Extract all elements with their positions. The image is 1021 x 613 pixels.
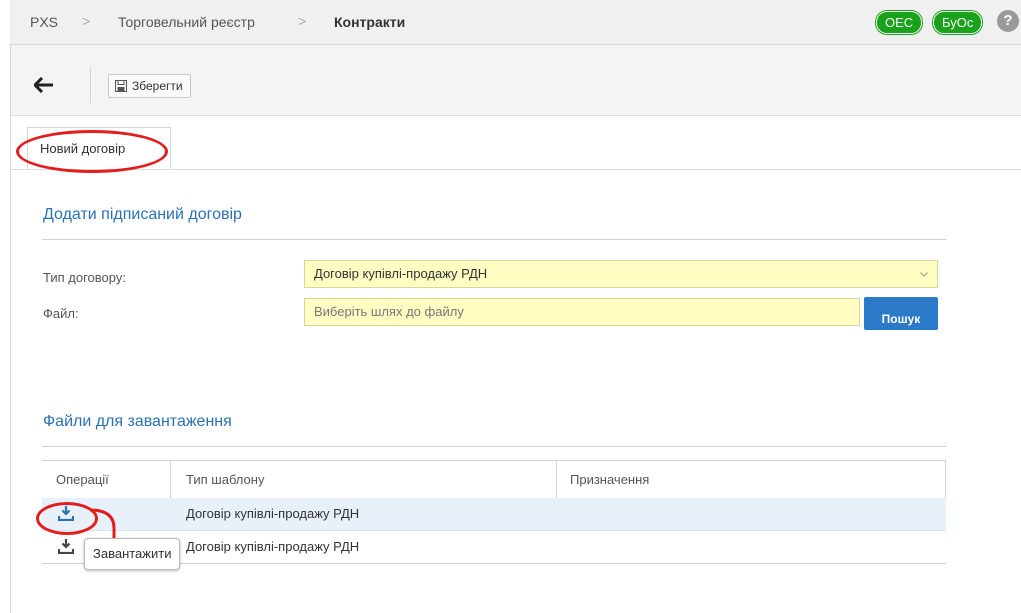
breadcrumb-separator: > — [298, 13, 307, 29]
help-icon[interactable]: ? — [997, 10, 1019, 32]
template-type-cell: Договір купівлі-продажу РДН — [186, 506, 360, 521]
section-divider — [42, 446, 946, 447]
save-button-label: Зберегти — [132, 79, 183, 93]
floppy-disk-icon — [115, 79, 127, 92]
file-label: Файл: — [43, 306, 79, 321]
search-button-label: Пошук — [881, 312, 921, 326]
contract-type-label: Тип договору: — [43, 270, 126, 285]
breadcrumb-item-pxs[interactable]: PXS — [30, 14, 58, 30]
status-badge-oec[interactable]: OEC — [876, 11, 923, 34]
tooltip-text: Завантажити — [93, 546, 172, 561]
breadcrumb-item-contracts: Контракти — [334, 14, 406, 30]
column-divider — [556, 461, 557, 498]
save-button[interactable]: Зберегти — [108, 74, 191, 98]
toolbar-divider — [90, 67, 91, 103]
tab-label: Новий договір — [40, 141, 126, 156]
table-row[interactable]: Договір купівлі-продажу РДН — [42, 498, 946, 531]
files-heading: Файли для завантаження — [43, 413, 232, 430]
file-path-input[interactable]: Виберіть шлях до файлу — [304, 298, 860, 326]
column-header-template-type: Тип шаблону — [186, 472, 265, 487]
column-divider — [945, 461, 946, 498]
chevron-down-icon — [920, 272, 928, 277]
column-divider — [170, 461, 171, 498]
search-button[interactable]: Пошук — [864, 297, 938, 330]
contract-type-value: Договір купівлі-продажу РДН — [314, 266, 488, 281]
template-type-cell: Договір купівлі-продажу РДН — [186, 539, 360, 554]
breadcrumb-separator: > — [82, 13, 91, 29]
contract-type-select[interactable]: Договір купівлі-продажу РДН — [304, 260, 938, 288]
arrow-left-icon[interactable] — [34, 77, 54, 93]
column-header-operations: Операції — [56, 472, 109, 487]
download-icon[interactable] — [58, 538, 74, 554]
toolbar: Зберегти — [10, 45, 1021, 116]
tab-bar: Новий договір — [10, 116, 1021, 170]
top-bar: PXS > Торговельний реєстр > Контракти OE… — [10, 0, 1021, 45]
page-left-border — [10, 44, 11, 613]
table-header: Операції Тип шаблону Призначення — [42, 460, 946, 499]
breadcrumb-item-trade-registry[interactable]: Торговельний реєстр — [118, 14, 255, 30]
download-icon[interactable] — [58, 505, 74, 521]
add-contract-heading: Додати підписаний договір — [43, 206, 242, 223]
file-path-placeholder: Виберіть шлях до файлу — [314, 304, 464, 319]
download-tooltip: Завантажити — [84, 538, 181, 570]
tab-new-contract[interactable]: Новий договір — [27, 127, 171, 169]
section-divider — [42, 239, 946, 240]
status-badge-buos[interactable]: БуОс — [933, 11, 983, 34]
column-header-purpose: Призначення — [570, 472, 650, 487]
